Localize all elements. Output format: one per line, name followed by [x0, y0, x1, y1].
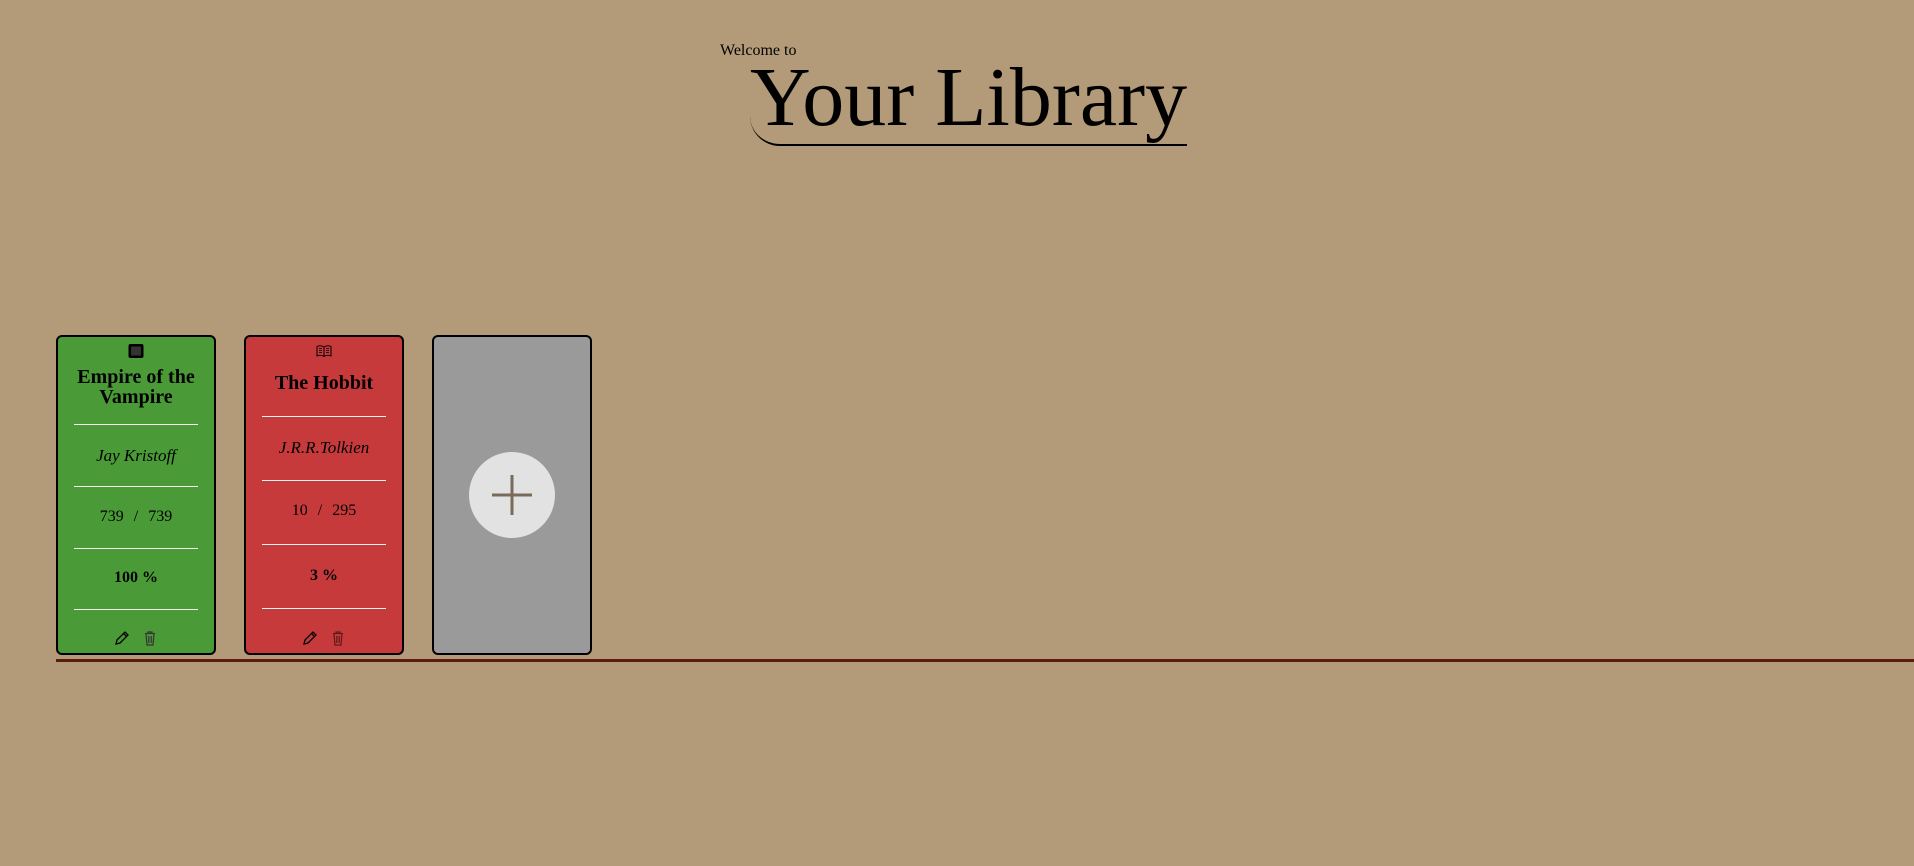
book-card[interactable]: Empire of the Vampire Jay Kristoff 739/7… [56, 335, 216, 655]
divider [262, 480, 386, 481]
divider [74, 486, 198, 487]
divider [74, 609, 198, 610]
book-card[interactable]: The Hobbit J.R.R.Tolkien 10 / 295 3 % [244, 335, 404, 655]
divider [74, 424, 198, 425]
pages-total: 295 [332, 502, 357, 519]
plus-icon [492, 475, 532, 515]
divider [262, 416, 386, 417]
book-closed-icon [128, 344, 144, 358]
pages-read: 739 [99, 508, 124, 525]
add-book-button[interactable] [469, 452, 555, 538]
shelf-line [56, 659, 1914, 662]
divider [262, 608, 386, 609]
book-pages: 10 / 295 [254, 501, 394, 521]
page-title: Your Library [750, 51, 1188, 146]
book-author: J.R.R.Tolkien [278, 438, 370, 457]
pages-total: 739 [148, 508, 173, 525]
pages-separator: / [133, 508, 139, 525]
book-percent: 3 % [310, 567, 338, 584]
pencil-icon[interactable] [113, 629, 131, 647]
divider [74, 548, 198, 549]
pencil-icon[interactable] [301, 629, 319, 647]
book-actions [246, 629, 402, 647]
book-title: The Hobbit [274, 372, 374, 394]
page-header: Welcome to Your Library [0, 0, 1914, 150]
trash-icon[interactable] [141, 629, 159, 647]
book-title: Empire of the Vampire [77, 366, 195, 408]
book-author: Jay Kristoff [96, 446, 176, 465]
divider [262, 544, 386, 545]
book-percent: 100 % [114, 569, 158, 586]
book-actions [58, 629, 214, 647]
trash-icon[interactable] [329, 629, 347, 647]
book-open-icon [316, 345, 332, 358]
pages-separator: / [317, 502, 323, 519]
book-pages: 739 / 739 [66, 507, 206, 527]
add-book-card[interactable] [432, 335, 592, 655]
pages-read: 10 [291, 502, 308, 519]
